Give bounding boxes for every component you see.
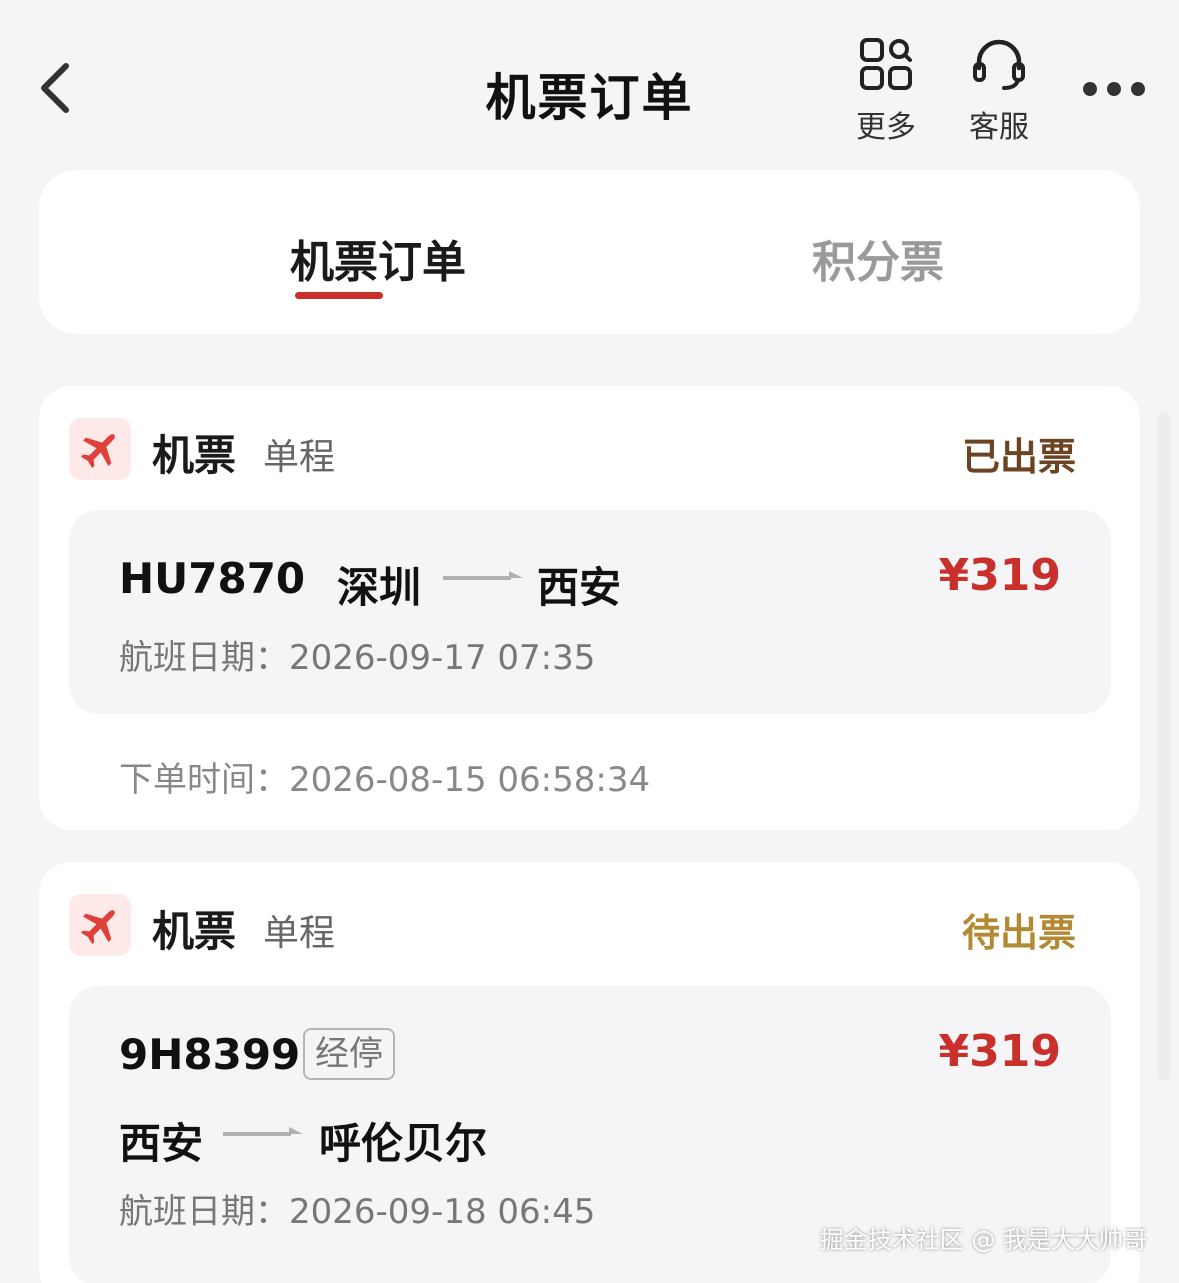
watermark: 掘金技术社区 @ 我是大大帅哥	[819, 1226, 1147, 1254]
departure-city: 西安	[119, 1119, 204, 1168]
stopover-tag: 经停	[303, 1028, 395, 1080]
tab-flight-orders[interactable]: 机票订单	[228, 170, 528, 334]
more-options-button[interactable]	[1076, 72, 1152, 106]
trip-type: 单程	[263, 913, 336, 954]
departure-city: 深圳	[337, 563, 422, 612]
tab-points-tickets[interactable]: 积分票	[728, 170, 1028, 334]
more-label: 更多	[856, 110, 916, 145]
grid-search-icon	[860, 38, 912, 90]
status-badge: 已出票	[961, 435, 1076, 479]
arrow-right-icon	[443, 571, 523, 580]
ellipsis-icon	[1083, 82, 1145, 96]
top-nav-bar: 机票订单 更多 客服	[0, 0, 1179, 160]
customer-service-button[interactable]: 客服	[949, 36, 1049, 146]
order-type: 机票	[152, 907, 237, 956]
scrollbar[interactable]	[1158, 412, 1170, 1080]
active-tab-indicator	[295, 292, 383, 299]
arrow-right-icon	[223, 1127, 303, 1136]
flight-orders-page: 机票订单 更多 客服 机票订单 积分票 机票 单程 已出票 HU7870 深圳 …	[0, 0, 1179, 1283]
flight-date: 航班日期：2026-09-17 07:35	[119, 638, 596, 678]
status-badge: 待出票	[961, 911, 1076, 955]
flight-date: 航班日期：2026-09-18 06:45	[119, 1192, 596, 1232]
flight-number: HU7870	[119, 554, 306, 603]
arrival-city: 西安	[537, 563, 622, 612]
order-time: 下单时间：2026-08-15 06:58:34	[119, 760, 651, 800]
arrival-city: 呼伦贝尔	[319, 1119, 488, 1168]
order-type: 机票	[152, 431, 237, 480]
service-label: 客服	[969, 110, 1029, 145]
trip-type: 单程	[263, 437, 336, 478]
more-button[interactable]: 更多	[836, 36, 936, 146]
order-card[interactable]: 机票 单程 已出票 HU7870 深圳 西安 ¥319 航班日期：2026-09…	[39, 386, 1140, 830]
plane-icon	[69, 894, 131, 956]
order-tabs: 机票订单 积分票	[39, 170, 1140, 334]
price: ¥319	[938, 1026, 1061, 1077]
flight-info[interactable]: HU7870 深圳 西安 ¥319 航班日期：2026-09-17 07:35	[69, 510, 1111, 714]
flight-number: 9H8399	[119, 1030, 301, 1079]
plane-icon	[69, 418, 131, 480]
headset-icon	[973, 39, 1025, 90]
price: ¥319	[938, 550, 1061, 601]
